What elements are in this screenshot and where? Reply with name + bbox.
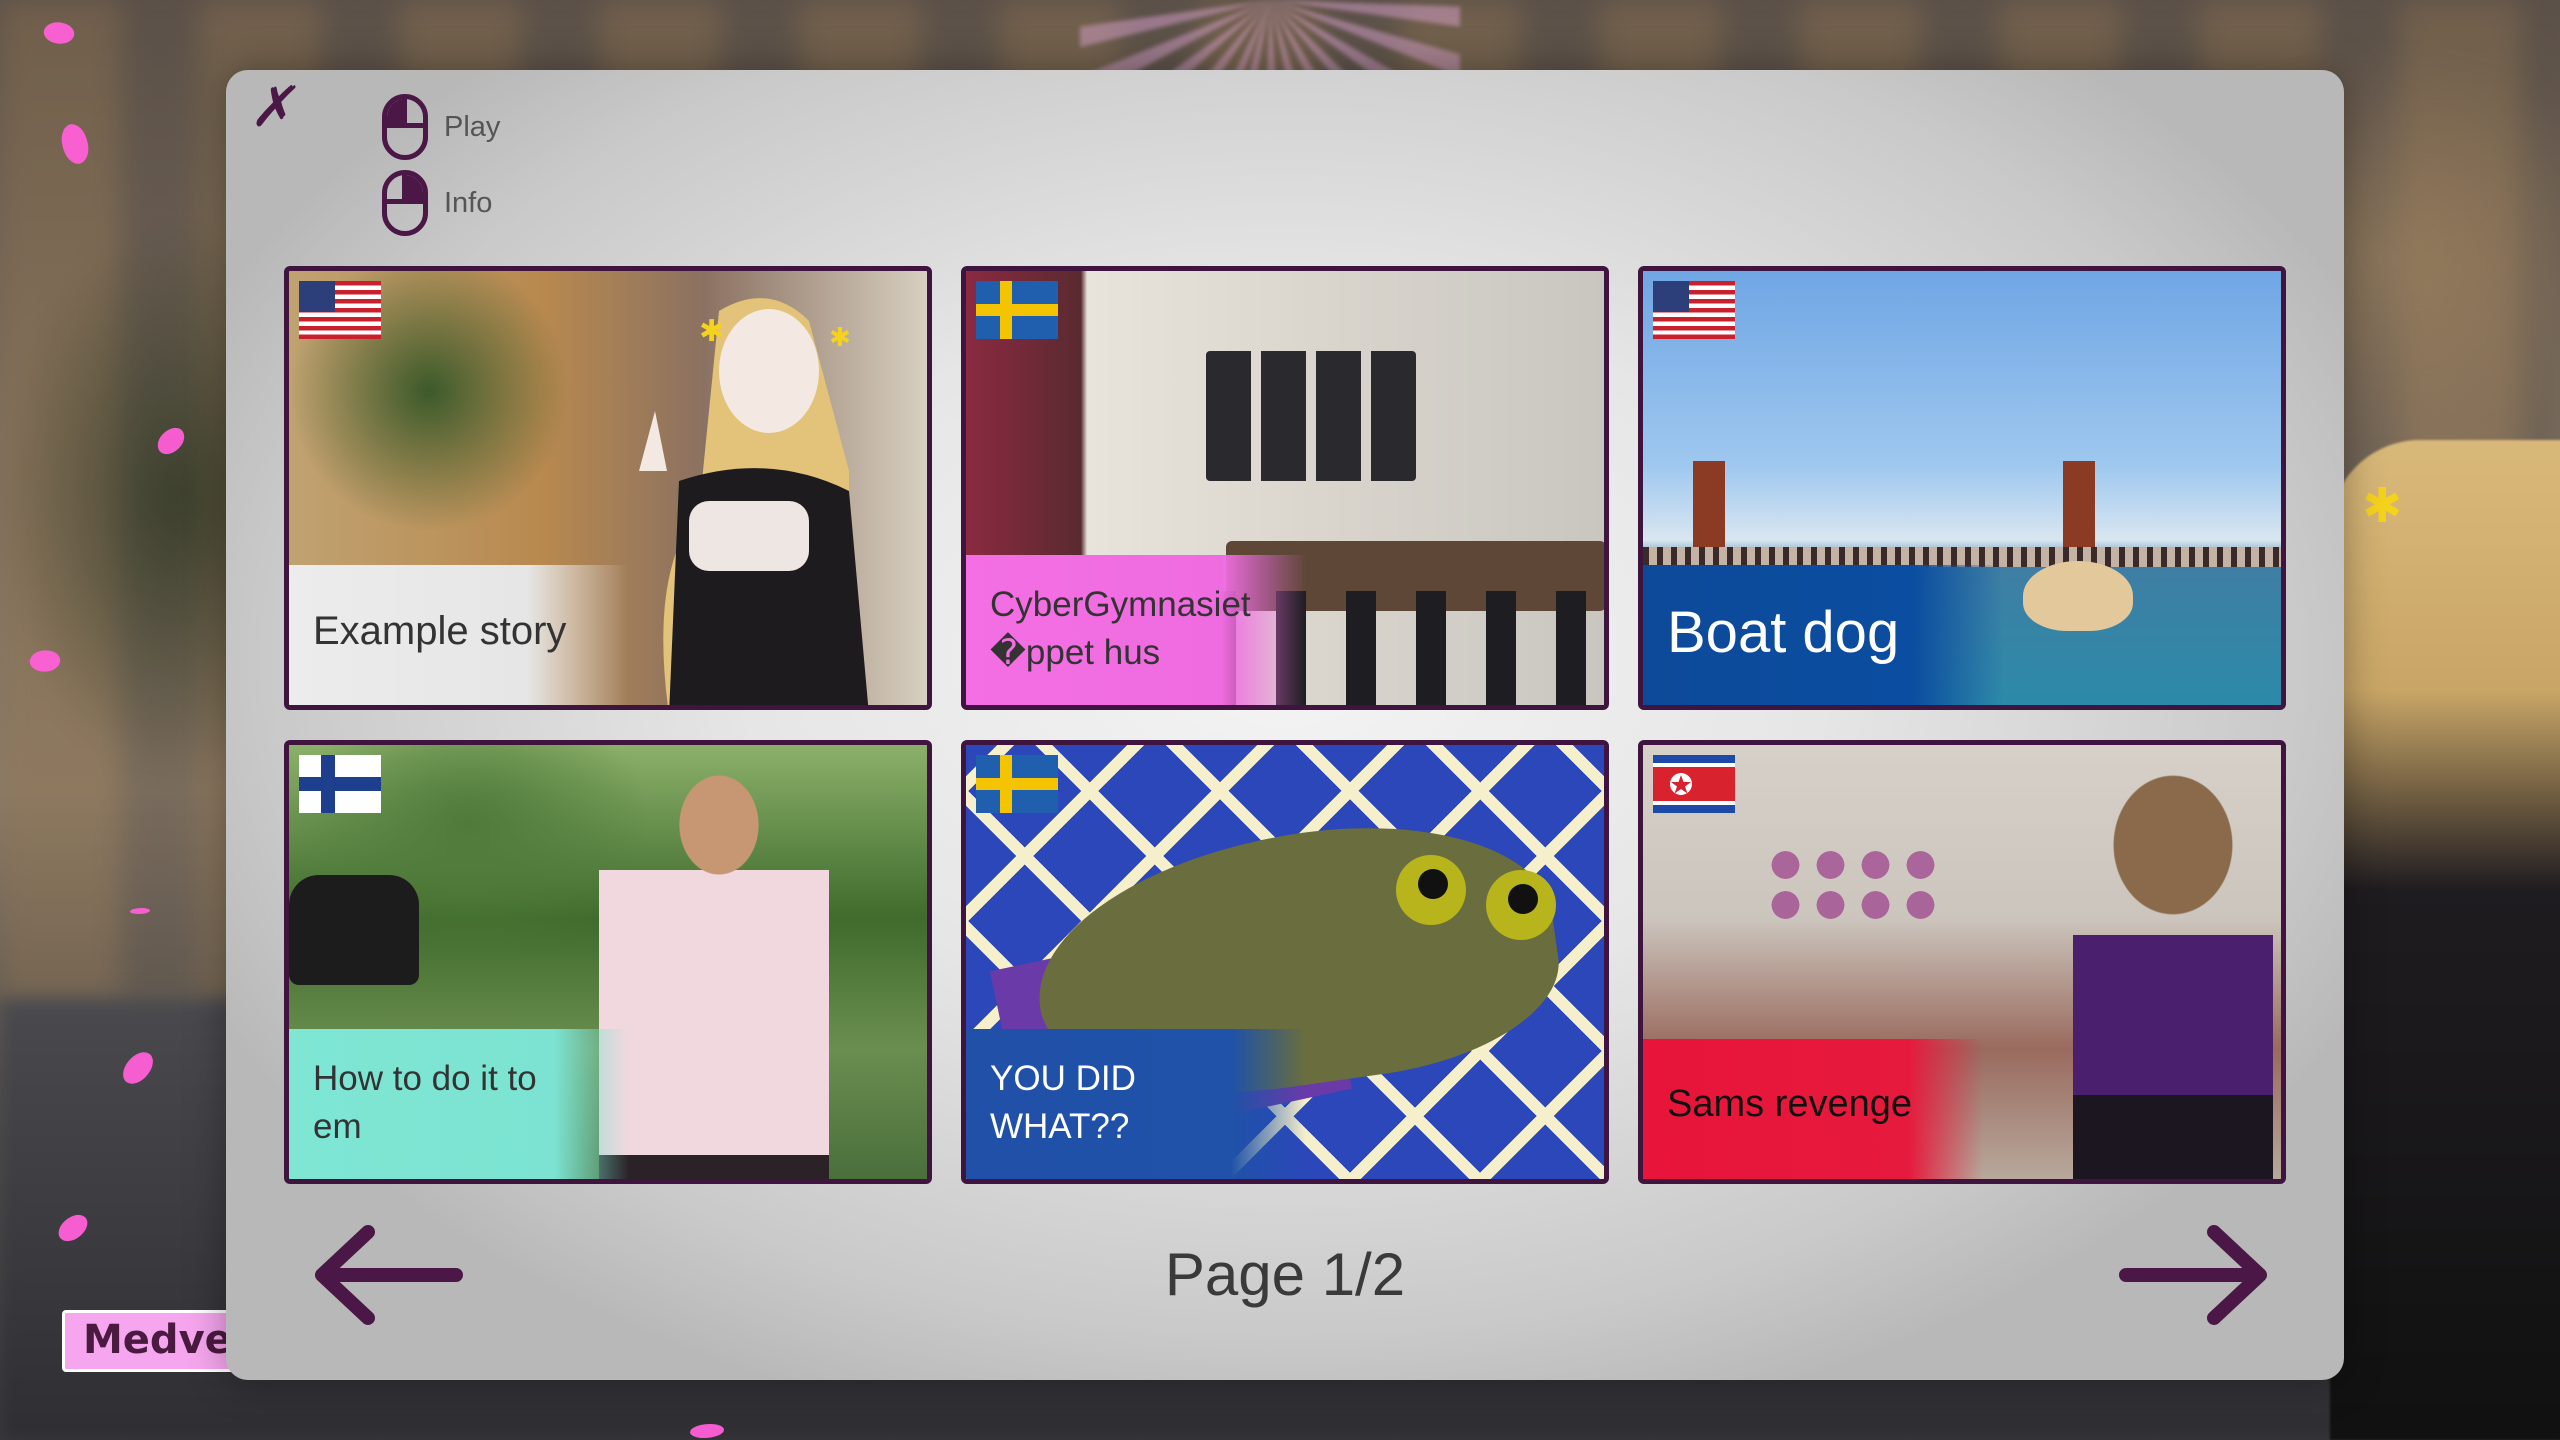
person-photo (599, 775, 829, 1179)
north-korea-flag-icon (1653, 755, 1735, 813)
anime-girl-illustration (2073, 765, 2273, 1179)
arrow-left-icon[interactable] (306, 1220, 466, 1330)
story-select-panel: ✗ Play Info ✱ ✱ Example story CyberGymna… (226, 70, 2344, 1380)
story-title: Sams revenge (1643, 1039, 1983, 1179)
background-character (2330, 440, 2560, 1440)
story-title-line: CyberGymnasiet (990, 585, 1251, 624)
dog-illustration (2023, 561, 2133, 631)
story-grid: ✱ ✱ Example story CyberGymnasiet �ppet h… (284, 266, 2286, 1184)
hair-star-icon: ✱ (2362, 478, 2403, 534)
us-flag-icon (1653, 281, 1735, 339)
close-button[interactable]: ✗ (241, 75, 312, 140)
story-title-line: How to do it to (313, 1059, 537, 1098)
page-indicator: Page 1/2 (1164, 1241, 1406, 1308)
speaker-name-tag: Medve (62, 1310, 252, 1372)
background-rays (1080, 0, 1460, 80)
story-title: CyberGymnasiet �ppet hus (966, 555, 1306, 705)
mouse-right-click-icon (382, 170, 428, 236)
story-title-line: em (313, 1107, 362, 1146)
story-title-line: YOU DID (990, 1059, 1136, 1098)
finland-flag-icon (299, 755, 381, 813)
sweden-flag-icon (976, 755, 1058, 813)
story-title: YOU DID WHAT?? (966, 1029, 1306, 1179)
story-card-example-story[interactable]: ✱ ✱ Example story (284, 266, 932, 710)
mouse-left-click-icon (382, 94, 428, 160)
story-title-line: WHAT?? (990, 1107, 1130, 1146)
info-hint: Info (382, 170, 492, 236)
story-card-you-did-what[interactable]: YOU DID WHAT?? (961, 740, 1609, 1184)
play-hint-label: Play (444, 110, 501, 143)
svg-text:✱: ✱ (829, 323, 851, 353)
story-title-line: �ppet hus (990, 633, 1161, 672)
story-card-sams-revenge[interactable]: Sams revenge (1638, 740, 2286, 1184)
story-title: Boat dog (1643, 565, 2003, 705)
story-card-how-to-do-it[interactable]: How to do it to em (284, 740, 932, 1184)
story-title: Example story (289, 565, 629, 705)
svg-text:✱: ✱ (699, 314, 724, 349)
story-card-boat-dog[interactable]: Boat dog (1638, 266, 2286, 710)
story-title: How to do it to em (289, 1029, 629, 1179)
story-card-cybergymnasiet[interactable]: CyberGymnasiet �ppet hus (961, 266, 1609, 710)
us-flag-icon (299, 281, 381, 339)
sweden-flag-icon (976, 281, 1058, 339)
car-illustration (289, 875, 419, 985)
arrow-right-icon[interactable] (2116, 1220, 2276, 1330)
play-hint: Play (382, 94, 500, 160)
info-hint-label: Info (444, 186, 493, 219)
